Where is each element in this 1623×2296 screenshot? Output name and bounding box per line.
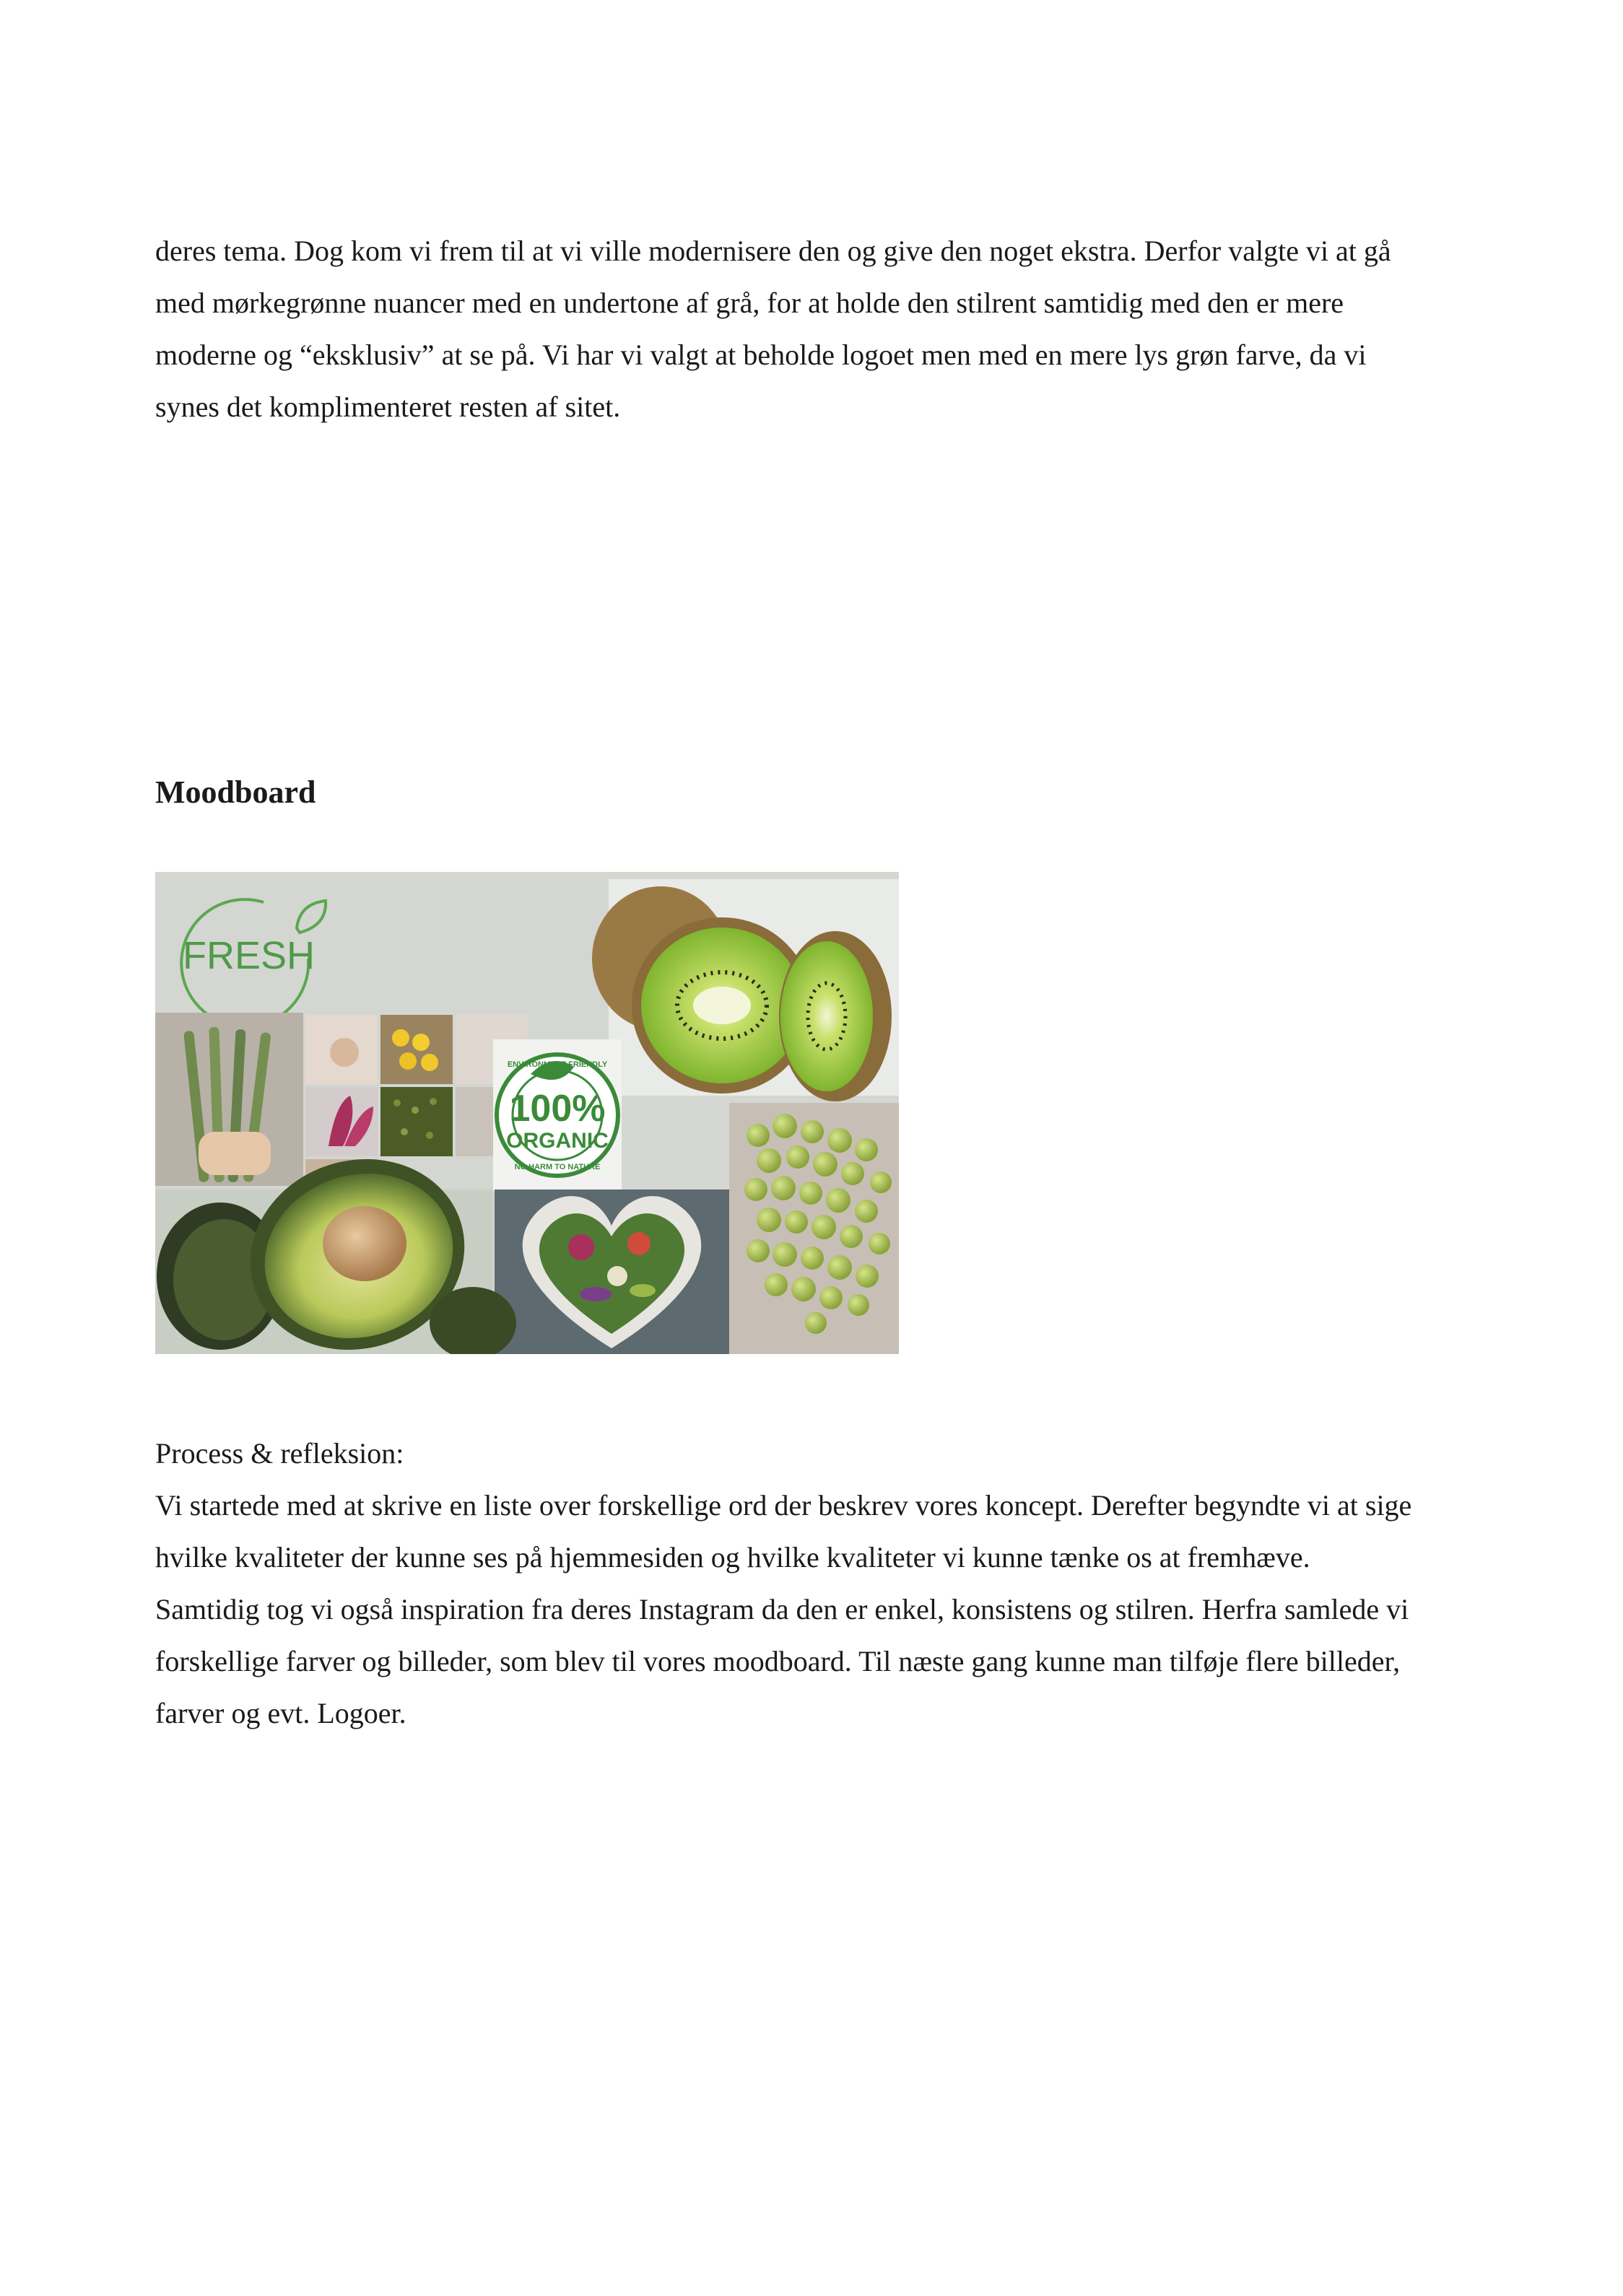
kiwi-photo: [592, 879, 899, 1101]
process-line: hvilke kvaliteter der kunne ses på hjemm…: [155, 1541, 1310, 1573]
intro-line: moderne og “eksklusiv” at se på. Vi har …: [155, 339, 1367, 371]
intro-paragraph: deres tema. Dog kom vi frem til at vi vi…: [155, 225, 1476, 433]
moodboard-heading: Moodboard: [155, 774, 316, 810]
process-line: Vi startede med at skrive en liste over …: [155, 1489, 1412, 1522]
seal-top-arc-text: ENVIRONMENT FRIENDLY: [508, 1060, 608, 1069]
asparagus-photo: [155, 1013, 303, 1186]
process-line: Samtidig tog vi også inspiration fra der…: [155, 1593, 1409, 1625]
document-page: deres tema. Dog kom vi frem til at vi vi…: [0, 0, 1623, 2296]
seal-percent-text: 100%: [510, 1088, 606, 1130]
process-line: forskellige farver og billeder, som blev…: [155, 1645, 1401, 1677]
process-line: farver og evt. Logoer.: [155, 1697, 406, 1729]
organic-seal-icon: 100% ORGANIC ENVIRONMENT FRIENDLY NO HAR…: [493, 1039, 622, 1191]
intro-line: med mørkegrønne nuancer med en undertone…: [155, 287, 1344, 319]
fresh-logo-text: FRESH: [183, 934, 315, 977]
process-paragraph: Vi startede med at skrive en liste over …: [155, 1480, 1476, 1740]
intro-line: synes det komplimenteret resten af sitet…: [155, 390, 621, 423]
process-label: Process & refleksion:: [155, 1437, 404, 1470]
seal-bottom-arc-text: NO HARM TO NATURE: [515, 1163, 601, 1171]
sprouts-photo: [729, 1103, 899, 1354]
seal-word-text: ORGANIC: [506, 1129, 609, 1153]
vegetables-heart-photo: [495, 1190, 729, 1354]
moodboard-image: FRESH 100% ORGANIC ENVIRONMENT FRIENDLY …: [155, 872, 899, 1354]
intro-line: deres tema. Dog kom vi frem til at vi vi…: [155, 235, 1391, 267]
